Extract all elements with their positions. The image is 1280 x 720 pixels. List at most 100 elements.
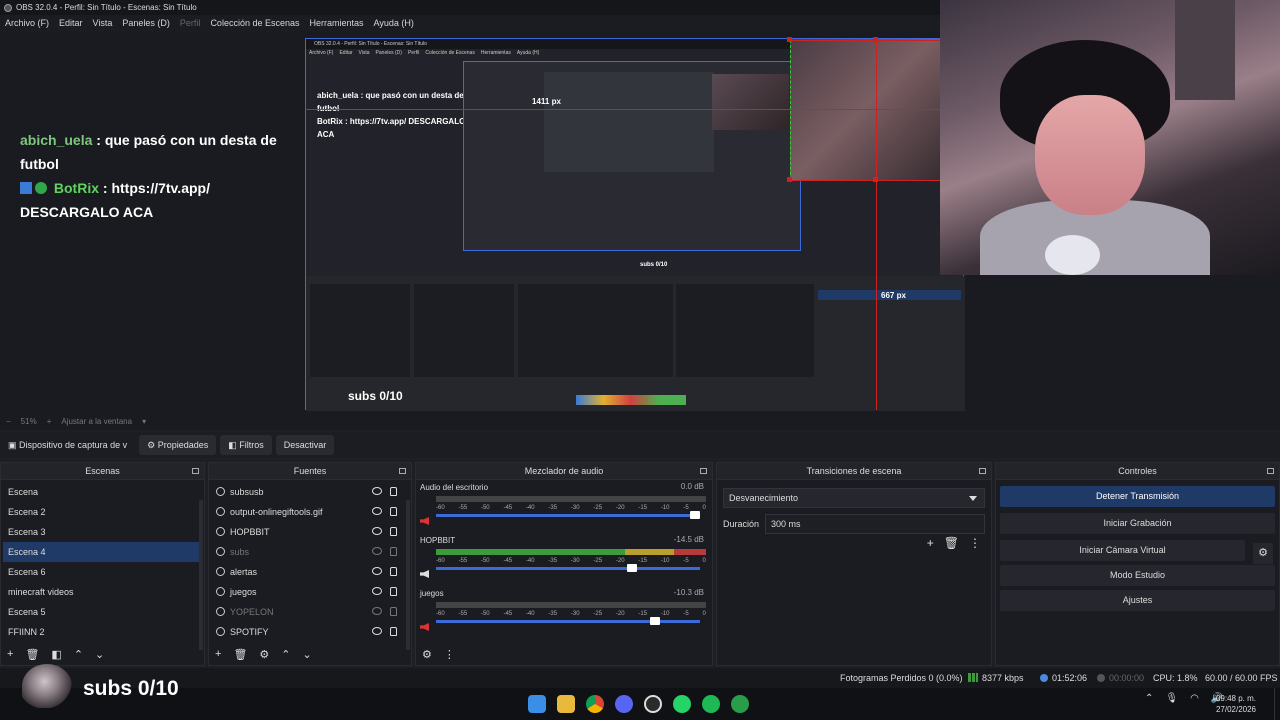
lock-icon[interactable]	[390, 607, 397, 616]
microphone-icon[interactable]: 🎙	[1165, 693, 1178, 704]
taskbar-clock[interactable]: 09:48 p. m. 27/02/2026	[1216, 693, 1256, 715]
settings-button[interactable]: Ajustes	[1000, 590, 1275, 611]
visibility-eye-icon[interactable]	[372, 567, 382, 575]
move-up-icon[interactable]: ⌃	[74, 648, 83, 661]
visibility-eye-icon[interactable]	[372, 587, 382, 595]
scene-item[interactable]: Escena 3	[3, 522, 202, 542]
source-item[interactable]: output-onlinegiftools.gif	[211, 502, 409, 522]
scene-item[interactable]: Escena 2	[3, 502, 202, 522]
source-item[interactable]: juegos	[211, 582, 409, 602]
transition-type-select[interactable]: Desvanecimiento	[723, 488, 985, 508]
zoom-dropdown-icon[interactable]: ▾	[142, 414, 146, 430]
transition-menu-icon[interactable]: ⋮	[969, 536, 981, 550]
chrome-icon[interactable]	[586, 695, 604, 713]
speaker-icon[interactable]	[420, 570, 429, 578]
properties-button[interactable]: ⚙ Propiedades	[139, 435, 217, 455]
transform-handle[interactable]	[873, 177, 878, 182]
transform-handle[interactable]	[787, 37, 792, 42]
start-recording-button[interactable]: Iniciar Grabación	[1000, 513, 1275, 534]
spotify-icon[interactable]	[702, 695, 720, 713]
menu-coleccion-escenas[interactable]: Colección de Escenas	[205, 15, 304, 32]
advanced-audio-icon[interactable]: ⚙	[422, 648, 432, 661]
virtual-camera-settings-gear-icon[interactable]: ⚙	[1253, 543, 1273, 564]
source-item-hidden[interactable]: YOPELON	[211, 602, 409, 622]
menu-vista[interactable]: Vista	[88, 15, 118, 32]
mixer-menu-icon[interactable]: ⋮	[444, 648, 455, 661]
transform-handle[interactable]	[787, 177, 792, 182]
undock-icon[interactable]	[700, 468, 707, 474]
source-properties-icon[interactable]: ⚙	[259, 648, 269, 661]
undock-icon[interactable]	[1267, 468, 1274, 474]
move-down-icon[interactable]: ⌄	[95, 648, 104, 661]
source-item[interactable]: HOPBBIT	[211, 522, 409, 542]
volume-slider[interactable]	[436, 564, 700, 572]
menu-herramientas[interactable]: Herramientas	[305, 15, 369, 32]
menu-archivo[interactable]: Archivo (F)	[0, 15, 54, 32]
visibility-eye-off-icon[interactable]	[372, 547, 382, 555]
menu-ayuda[interactable]: Ayuda (H)	[369, 15, 419, 32]
stop-streaming-button[interactable]: Detener Transmisión	[1000, 486, 1275, 507]
menu-paneles[interactable]: Paneles (D)	[117, 15, 175, 32]
remove-scene-icon[interactable]: 🗑	[25, 648, 39, 661]
show-desktop-button[interactable]	[1274, 688, 1280, 720]
lock-icon[interactable]	[390, 507, 397, 516]
zoom-in-icon[interactable]: +	[47, 414, 52, 430]
start-menu-icon[interactable]	[528, 695, 546, 713]
visibility-eye-icon[interactable]	[372, 487, 382, 495]
visibility-eye-off-icon[interactable]	[372, 607, 382, 615]
app-icon[interactable]	[731, 695, 749, 713]
scene-item[interactable]: Escena 6	[3, 562, 202, 582]
lock-icon[interactable]	[390, 567, 397, 576]
whatsapp-icon[interactable]	[673, 695, 691, 713]
visibility-eye-icon[interactable]	[372, 627, 382, 635]
webcam-source[interactable]	[940, 0, 1280, 275]
studio-mode-button[interactable]: Modo Estudio	[1000, 565, 1275, 586]
remove-transition-icon[interactable]: 🗑	[944, 536, 959, 550]
move-up-icon[interactable]: ⌃	[281, 648, 290, 661]
undock-icon[interactable]	[979, 468, 986, 474]
volume-slider[interactable]	[436, 617, 700, 625]
scene-item-selected[interactable]: Escena 4	[3, 542, 202, 562]
lock-icon[interactable]	[390, 627, 397, 636]
source-item-hidden[interactable]: subs	[211, 542, 409, 562]
scene-item[interactable]: FFIINN 2	[3, 622, 202, 642]
scene-filters-icon[interactable]: ◧	[51, 648, 61, 661]
fit-to-window[interactable]: Ajustar a la ventana	[61, 414, 132, 430]
source-item[interactable]: alertas	[211, 562, 409, 582]
menu-perfil[interactable]: Perfil	[175, 15, 206, 32]
obs-taskbar-icon[interactable]	[644, 695, 662, 713]
discord-icon[interactable]	[615, 695, 633, 713]
source-item[interactable]: SPOTIFY	[211, 622, 409, 642]
add-source-icon[interactable]: +	[215, 648, 221, 660]
lock-icon[interactable]	[390, 527, 397, 536]
add-transition-icon[interactable]: +	[927, 536, 934, 550]
volume-slider[interactable]	[436, 511, 700, 519]
lock-icon[interactable]	[390, 547, 397, 556]
add-scene-icon[interactable]: +	[7, 648, 13, 660]
start-virtual-camera-button[interactable]: Iniciar Cámara Virtual	[1000, 540, 1245, 561]
zoom-out-icon[interactable]: −	[6, 414, 11, 430]
volume-slider-handle[interactable]	[690, 511, 700, 519]
menu-editar[interactable]: Editar	[54, 15, 88, 32]
visibility-eye-icon[interactable]	[372, 507, 382, 515]
lock-icon[interactable]	[390, 587, 397, 596]
muted-speaker-icon[interactable]	[420, 623, 429, 631]
file-explorer-icon[interactable]	[557, 695, 575, 713]
muted-speaker-icon[interactable]	[420, 517, 429, 525]
move-down-icon[interactable]: ⌄	[303, 648, 312, 661]
source-item[interactable]: subsusb	[211, 482, 409, 502]
lock-icon[interactable]	[390, 487, 397, 496]
duration-spinbox[interactable]: 300 ms	[765, 514, 985, 534]
scene-item[interactable]: Escena	[3, 482, 202, 502]
undock-icon[interactable]	[399, 468, 406, 474]
sources-scrollbar[interactable]	[406, 500, 410, 650]
undock-icon[interactable]	[192, 468, 199, 474]
wifi-icon[interactable]: ◠	[1190, 693, 1199, 704]
volume-slider-handle[interactable]	[650, 617, 661, 625]
remove-source-icon[interactable]: 🗑	[233, 648, 247, 661]
scenes-scrollbar[interactable]	[199, 500, 203, 650]
scene-item[interactable]: minecraft videos	[3, 582, 202, 602]
filters-button[interactable]: ◧ Filtros	[220, 435, 272, 455]
volume-slider-handle[interactable]	[626, 564, 637, 572]
transform-handle[interactable]	[873, 37, 878, 42]
